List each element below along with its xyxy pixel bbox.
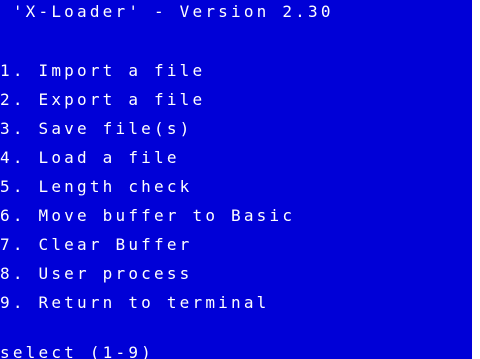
menu-item-import[interactable]: 1. Import a file	[0, 62, 205, 80]
app-title: 'X-Loader' - Version 2.30	[0, 2, 334, 21]
menu-item-save[interactable]: 3. Save file(s)	[0, 120, 193, 138]
menu-item-return-terminal[interactable]: 9. Return to terminal	[0, 294, 270, 312]
terminal-screen: 'X-Loader' - Version 2.30 1. Import a fi…	[0, 0, 472, 359]
selection-prompt[interactable]: select (1-9)	[0, 344, 154, 359]
menu-item-export[interactable]: 2. Export a file	[0, 91, 205, 109]
menu-item-length-check[interactable]: 5. Length check	[0, 178, 193, 196]
menu-item-load[interactable]: 4. Load a file	[0, 149, 180, 167]
menu-item-clear-buffer[interactable]: 7. Clear Buffer	[0, 236, 193, 254]
menu-item-move-buffer[interactable]: 6. Move buffer to Basic	[0, 207, 295, 225]
menu-item-user-process[interactable]: 8. User process	[0, 265, 193, 283]
